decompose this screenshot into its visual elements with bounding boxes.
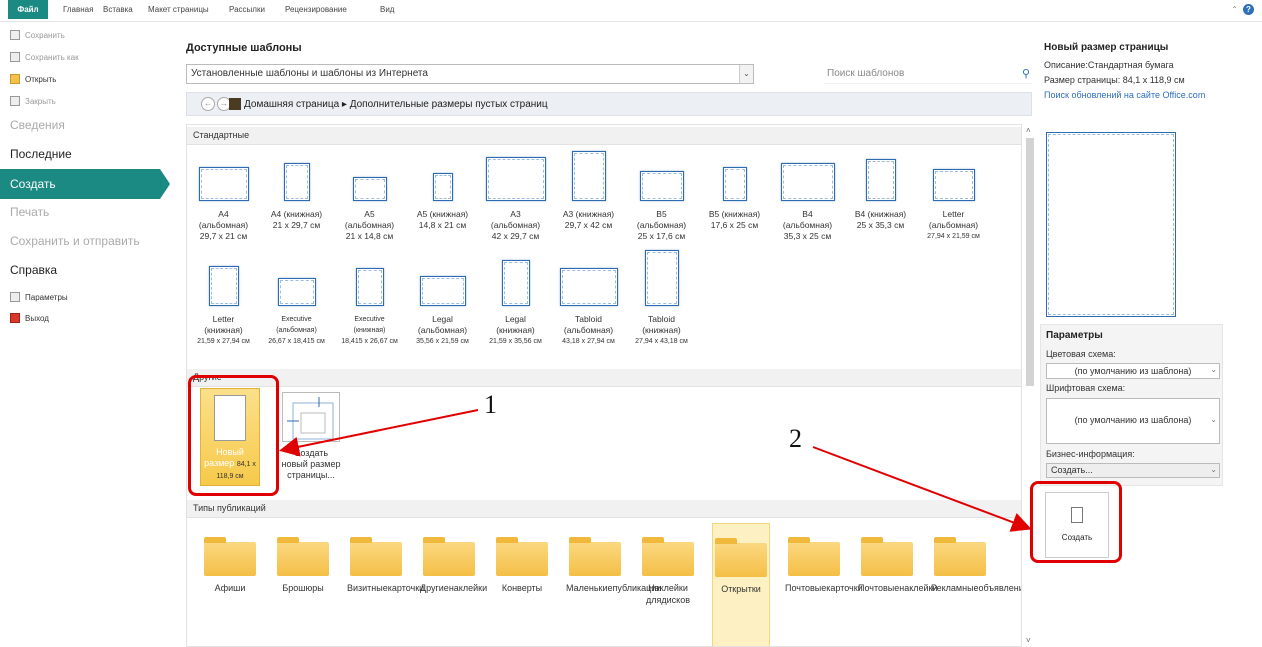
window: Файл Главная Вставка Макет страницы Расс…	[0, 0, 1262, 647]
annotation-arrows	[279, 409, 1032, 532]
annotation-1: 1	[484, 390, 497, 419]
annotation-2: 2	[789, 424, 802, 453]
